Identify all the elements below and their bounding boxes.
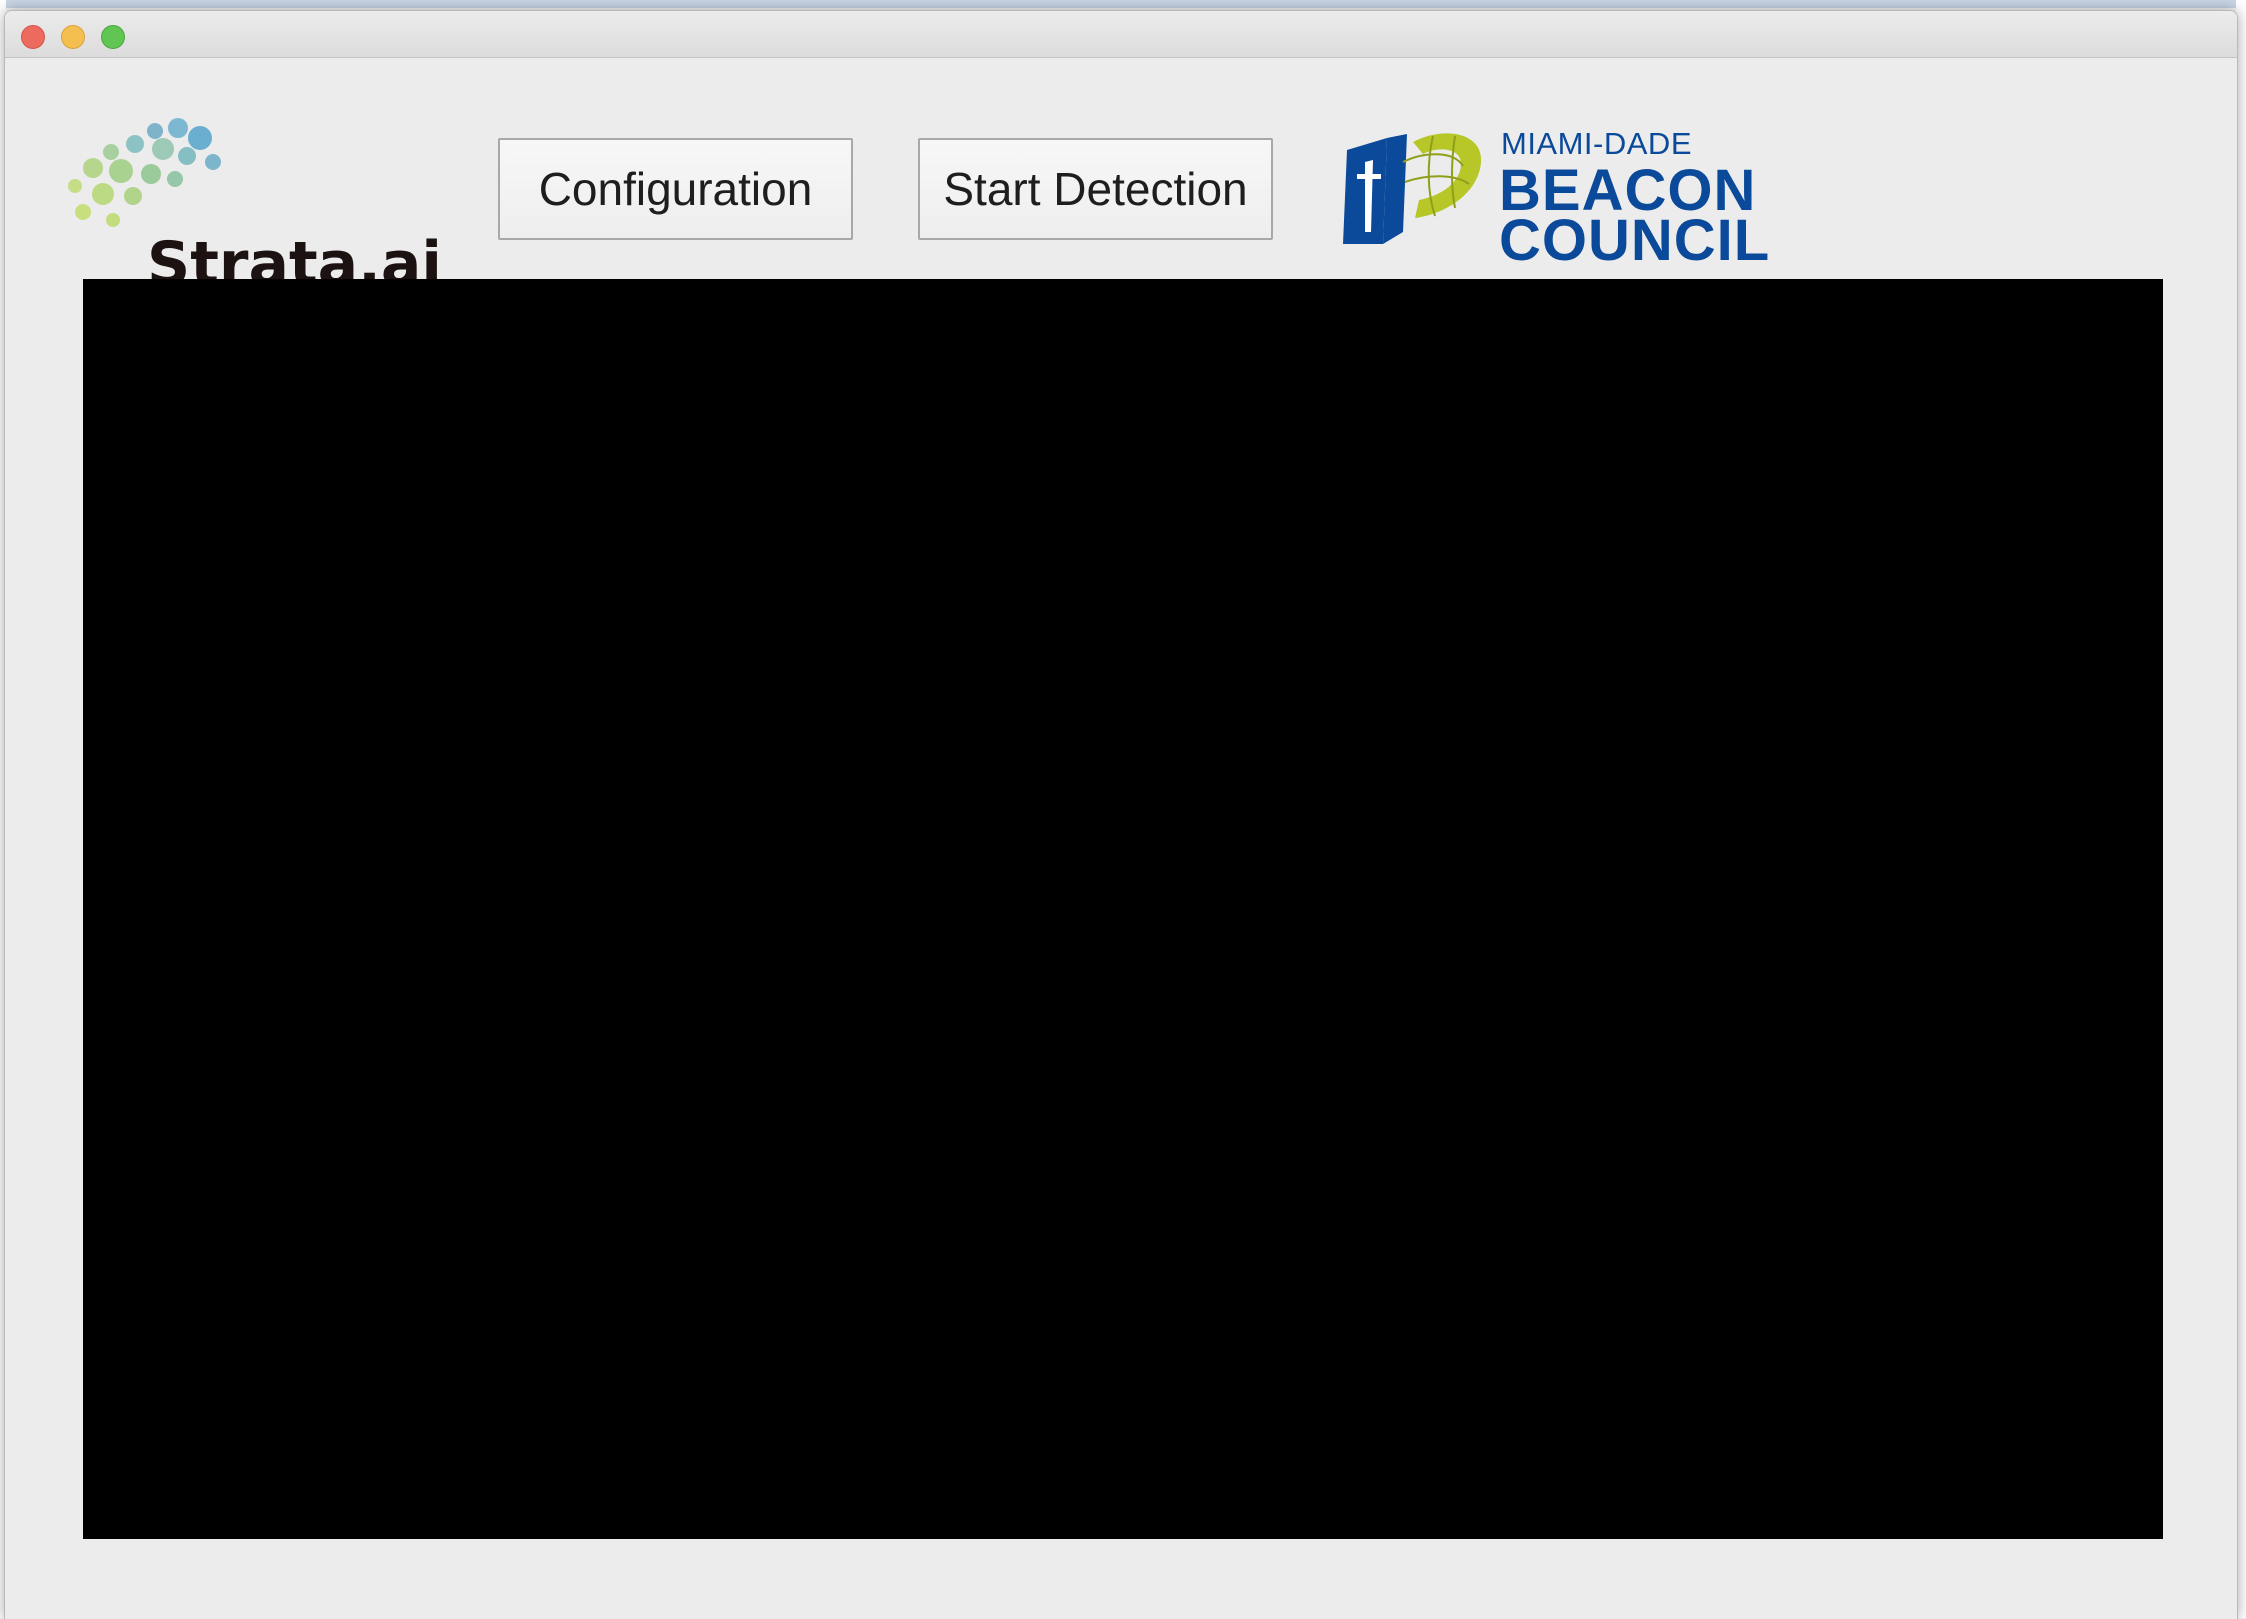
desktop-top-edge [0, 0, 2246, 8]
minimize-window-button[interactable] [61, 25, 85, 49]
strata-logo: Strata.ai [63, 116, 442, 306]
configuration-button[interactable]: Configuration [498, 138, 853, 240]
beacon-council-logo: MIAMI-DADE BEACON COUNCIL [1343, 122, 1773, 270]
start-detection-button[interactable]: Start Detection [918, 138, 1273, 240]
title-bar[interactable] [5, 11, 2237, 58]
app-window: Strata.ai Configuration Start Detection … [4, 10, 2238, 1619]
video-feed-panel [83, 279, 2163, 1539]
main-content: Strata.ai Configuration Start Detection … [5, 58, 2237, 1619]
maximize-window-button[interactable] [101, 25, 125, 49]
close-window-button[interactable] [21, 25, 45, 49]
beacon-emblem-icon [1343, 133, 1482, 244]
beacon-logo-line1: MIAMI-DADE [1501, 126, 1692, 161]
strata-dots-icon [68, 118, 221, 227]
beacon-logo-line3: COUNCIL [1499, 208, 1771, 273]
